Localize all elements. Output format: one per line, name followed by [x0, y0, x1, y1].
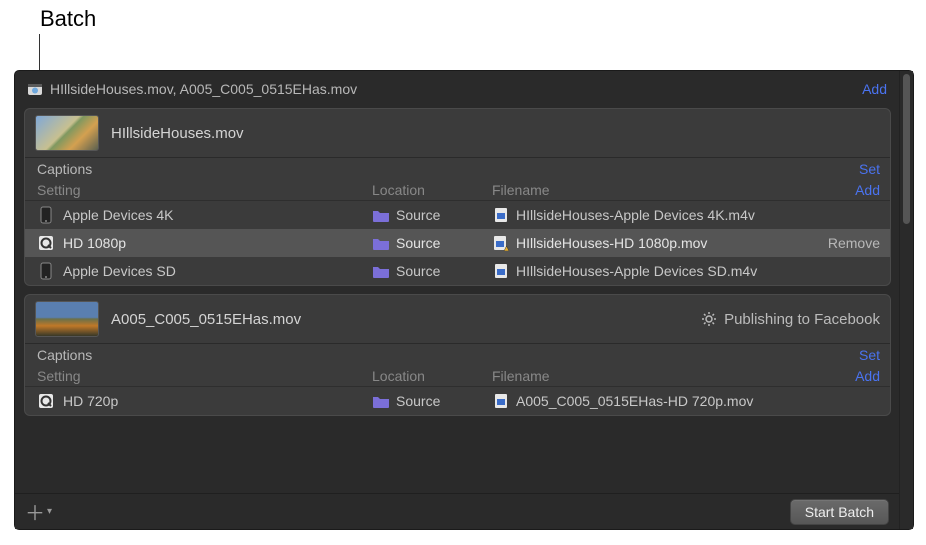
- job-card: A005_C005_0515EHas.mov Publishing to Fac…: [24, 294, 891, 416]
- col-location: Location: [372, 368, 492, 384]
- location-label: Source: [396, 235, 440, 251]
- output-row[interactable]: HD 720p Source A005_C005_0515EHas-HD 720…: [25, 387, 890, 415]
- batch-title: HIllsideHouses.mov, A005_C005_0515EHas.m…: [50, 81, 862, 97]
- setting-label: HD 1080p: [63, 235, 126, 251]
- plus-icon: ＋: [25, 497, 45, 526]
- device-icon: [37, 206, 55, 224]
- batch-panel: HIllsideHouses.mov, A005_C005_0515EHas.m…: [14, 70, 914, 530]
- output-add-link[interactable]: Add: [855, 182, 880, 198]
- quicktime-icon: [37, 234, 55, 252]
- captions-row: Captions Set: [25, 158, 890, 180]
- setting-label: HD 720p: [63, 393, 118, 409]
- job-title: A005_C005_0515EHas.mov: [111, 311, 301, 328]
- captions-set-link[interactable]: Set: [859, 347, 880, 363]
- panel-footer: ＋▾ Start Batch: [15, 493, 899, 529]
- folder-icon: [372, 206, 390, 224]
- setting-label: Apple Devices SD: [63, 263, 176, 279]
- remove-link[interactable]: Remove: [815, 235, 880, 251]
- movie-file-icon: [492, 392, 510, 410]
- location-label: Source: [396, 207, 440, 223]
- device-icon: [37, 262, 55, 280]
- job-action-label: Publishing to Facebook: [724, 311, 880, 328]
- job-thumbnail: [35, 301, 99, 337]
- output-add-link[interactable]: Add: [855, 368, 880, 384]
- batch-header: HIllsideHouses.mov, A005_C005_0515EHas.m…: [20, 76, 895, 104]
- captions-label: Captions: [37, 347, 92, 363]
- job-thumbnail: [35, 115, 99, 151]
- batch-icon: [26, 80, 44, 98]
- filename-label: HIllsideHouses-Apple Devices 4K.m4v: [516, 207, 755, 223]
- batch-add-link[interactable]: Add: [862, 81, 887, 97]
- location-label: Source: [396, 263, 440, 279]
- job-action[interactable]: Publishing to Facebook: [700, 310, 880, 328]
- job-card: HIllsideHouses.mov Captions Set Setting …: [24, 108, 891, 286]
- captions-row: Captions Set: [25, 344, 890, 366]
- start-batch-button[interactable]: Start Batch: [790, 499, 889, 525]
- add-menu-button[interactable]: ＋▾: [25, 497, 52, 526]
- output-row[interactable]: Apple Devices 4K Source HIllsideHouses-A…: [25, 201, 890, 229]
- filename-label: HIllsideHouses-Apple Devices SD.m4v: [516, 263, 757, 279]
- captions-label: Captions: [37, 161, 92, 177]
- col-setting: Setting: [37, 182, 372, 198]
- col-filename: Filename: [492, 182, 855, 198]
- callout-label: Batch: [40, 6, 96, 32]
- folder-icon: [372, 392, 390, 410]
- job-header[interactable]: A005_C005_0515EHas.mov Publishing to Fac…: [25, 295, 890, 343]
- filename-label: HIllsideHouses-HD 1080p.mov: [516, 235, 707, 251]
- folder-icon: [372, 262, 390, 280]
- job-title: HIllsideHouses.mov: [111, 125, 244, 142]
- chevron-down-icon: ▾: [47, 506, 52, 517]
- batch-scroll-area: HIllsideHouses.mov, A005_C005_0515EHas.m…: [15, 71, 899, 529]
- col-location: Location: [372, 182, 492, 198]
- setting-label: Apple Devices 4K: [63, 207, 174, 223]
- col-filename: Filename: [492, 368, 855, 384]
- output-row[interactable]: HD 1080p Source HIllsideHouses-HD 1080p.…: [25, 229, 890, 257]
- columns-header: Setting Location Filename Add: [25, 366, 890, 387]
- captions-set-link[interactable]: Set: [859, 161, 880, 177]
- columns-header: Setting Location Filename Add: [25, 180, 890, 201]
- location-label: Source: [396, 393, 440, 409]
- quicktime-icon: [37, 392, 55, 410]
- output-row[interactable]: Apple Devices SD Source HIllsideHouses-A…: [25, 257, 890, 285]
- col-setting: Setting: [37, 368, 372, 384]
- job-header[interactable]: HIllsideHouses.mov: [25, 109, 890, 157]
- movie-file-warning-icon: [492, 234, 510, 252]
- filename-label: A005_C005_0515EHas-HD 720p.mov: [516, 393, 753, 409]
- movie-file-icon: [492, 262, 510, 280]
- gear-icon: [700, 310, 718, 328]
- movie-file-icon: [492, 206, 510, 224]
- scrollbar-thumb[interactable]: [903, 74, 910, 224]
- vertical-scrollbar[interactable]: [899, 71, 913, 529]
- folder-icon: [372, 234, 390, 252]
